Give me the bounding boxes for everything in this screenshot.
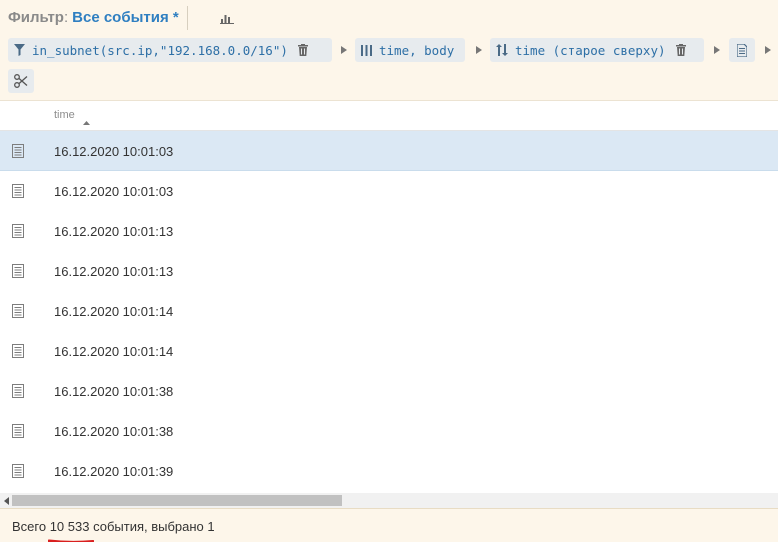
query-panel: Фильтр : Все события * in_subnet(src.ip,… [0, 0, 778, 101]
events-table: time 16.12.2020 10:01:03 16.12.2020 10:0… [0, 101, 778, 493]
document-lines-icon[interactable] [12, 224, 24, 241]
document-lines-icon[interactable] [12, 424, 24, 441]
time-cell: 16.12.2020 10:01:13 [54, 264, 174, 279]
columns-list: time, body [379, 42, 455, 58]
time-cell: 16.12.2020 10:01:14 [54, 304, 174, 319]
table-row[interactable]: 16.12.2020 10:01:14 [0, 331, 778, 371]
filter-label: Фильтр [8, 8, 64, 26]
document-lines-icon[interactable] [12, 184, 24, 201]
chevron-right-icon [476, 44, 482, 56]
column-header-time[interactable]: time [54, 109, 75, 121]
funnel-icon [14, 44, 25, 56]
table-row[interactable]: 16.12.2020 10:01:38 [0, 411, 778, 451]
columns-icon [361, 44, 372, 56]
chevron-right-icon [714, 44, 720, 56]
filter-name-link[interactable]: Все события * [72, 9, 179, 26]
columns-chip[interactable]: time, body [355, 38, 465, 62]
time-cell: 16.12.2020 10:01:38 [54, 384, 174, 399]
trash-icon[interactable] [675, 44, 686, 56]
document-lines-icon[interactable] [12, 344, 24, 361]
trash-icon[interactable] [297, 44, 308, 56]
event-count: 10 533 [49, 519, 90, 534]
time-cell: 16.12.2020 10:01:39 [54, 464, 174, 479]
document-icon[interactable] [729, 38, 755, 62]
table-row[interactable]: 16.12.2020 10:01:39 [0, 451, 778, 491]
document-lines-icon[interactable] [12, 264, 24, 281]
sort-asc-icon[interactable] [83, 113, 90, 128]
table-row[interactable]: 16.12.2020 10:01:14 [0, 291, 778, 331]
filter-chip[interactable]: in_subnet(src.ip,"192.168.0.0/16") [8, 38, 332, 62]
table-row[interactable]: 16.12.2020 10:01:13 [0, 251, 778, 291]
document-lines-icon[interactable] [12, 464, 24, 481]
filter-title: Фильтр : Все события * [8, 6, 179, 28]
scrollbar-thumb[interactable] [12, 495, 342, 506]
filter-colon: : [63, 8, 69, 26]
time-cell: 16.12.2020 10:01:03 [54, 184, 174, 199]
horizontal-scrollbar[interactable] [0, 493, 778, 508]
document-lines-icon[interactable] [12, 144, 24, 161]
sort-chip[interactable]: time (старое сверху) [490, 38, 704, 62]
sort-expression: time (старое сверху) [515, 42, 666, 58]
chevron-right-icon [765, 44, 771, 56]
time-cell: 16.12.2020 10:01:03 [54, 144, 174, 159]
scroll-left-icon[interactable] [2, 496, 10, 505]
table-row[interactable]: 16.12.2020 10:01:13 [0, 211, 778, 251]
status-text: Всего 10 533 события, выбрано 1 [12, 519, 215, 534]
divider [187, 6, 188, 30]
table-row[interactable]: 16.12.2020 10:01:03 [0, 171, 778, 211]
document-lines-icon[interactable] [12, 304, 24, 321]
document-lines-icon[interactable] [12, 384, 24, 401]
sort-arrows-icon [496, 44, 508, 56]
status-bar: Всего 10 533 события, выбрано 1 [0, 508, 778, 542]
table-row[interactable]: 16.12.2020 10:01:38 [0, 371, 778, 411]
chevron-right-icon [341, 44, 347, 56]
time-cell: 16.12.2020 10:01:14 [54, 344, 174, 359]
scissors-icon[interactable] [8, 69, 34, 93]
status-suffix: события, выбрано 1 [89, 519, 215, 534]
time-cell: 16.12.2020 10:01:13 [54, 224, 174, 239]
table-header: time [0, 101, 778, 131]
filter-expression: in_subnet(src.ip,"192.168.0.0/16") [32, 42, 288, 58]
table-row[interactable]: 16.12.2020 10:01:03 [0, 131, 778, 171]
time-cell: 16.12.2020 10:01:38 [54, 424, 174, 439]
bar-chart-icon[interactable] [216, 8, 238, 28]
table-body: 16.12.2020 10:01:03 16.12.2020 10:01:03 … [0, 131, 778, 491]
status-prefix: Всего [12, 519, 50, 534]
